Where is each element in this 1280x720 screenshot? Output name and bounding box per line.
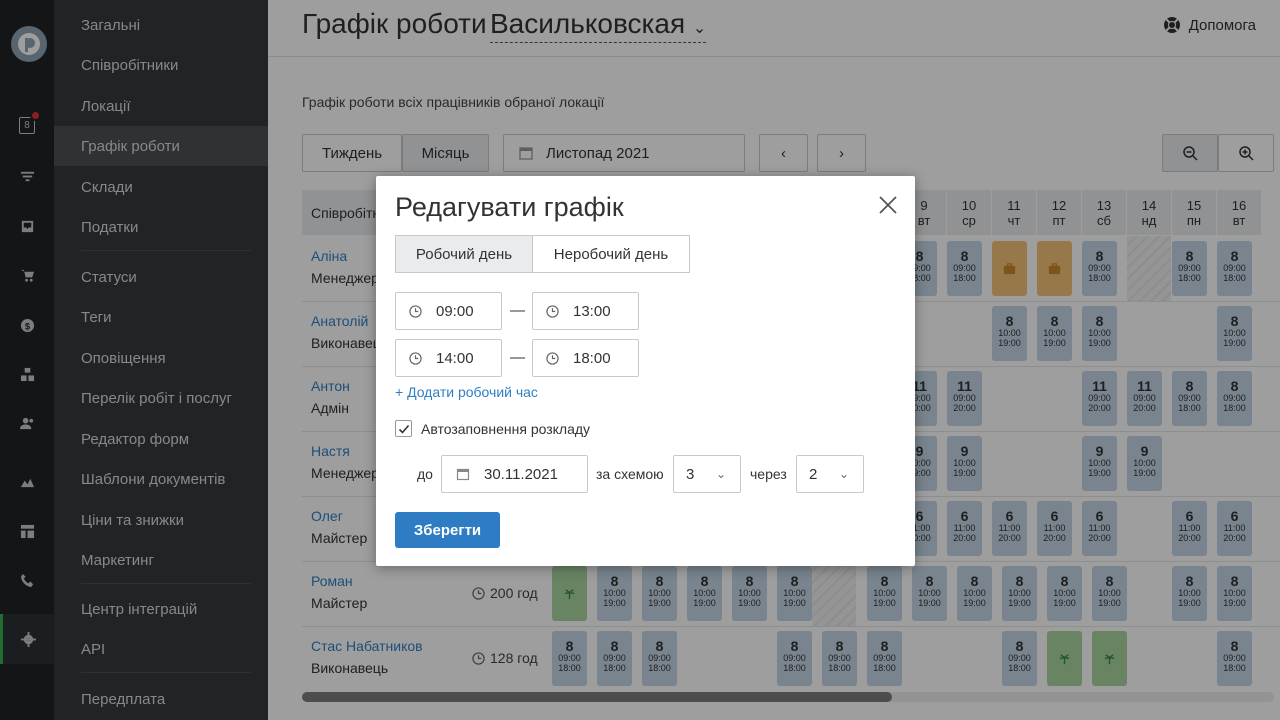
save-button[interactable]: Зберегти (395, 512, 500, 548)
autofill-label[interactable]: Автозаповнення розкладу (421, 421, 590, 437)
time-to-1[interactable]: 13:00 (532, 292, 639, 330)
calendar-icon (456, 468, 470, 481)
through-label: через (750, 466, 787, 482)
edit-schedule-dialog: Редагувати графік Робочий день Неробочий… (376, 176, 915, 566)
time-value: 14:00 (436, 349, 474, 367)
add-working-time-link[interactable]: + Додати робочий час (395, 384, 538, 400)
time-value: 18:00 (573, 349, 611, 367)
time-to-2[interactable]: 18:00 (532, 339, 639, 377)
close-icon (879, 196, 897, 214)
time-from-2[interactable]: 14:00 (395, 339, 502, 377)
until-label: до (417, 466, 433, 482)
through-select[interactable]: 2 ⌄ (796, 455, 864, 493)
time-range-dash: — (510, 302, 525, 319)
dialog-title: Редагувати графік (395, 192, 624, 222)
tab-working-day[interactable]: Робочий день (395, 235, 533, 273)
clock-icon (409, 351, 422, 365)
time-from-1[interactable]: 09:00 (395, 292, 502, 330)
chevron-down-icon: ⌄ (838, 467, 849, 481)
close-button[interactable] (877, 194, 899, 216)
tab-day-off[interactable]: Неробочий день (532, 235, 690, 273)
through-value: 2 (809, 465, 818, 483)
checkmark-icon (398, 424, 409, 434)
time-value: 13:00 (573, 302, 611, 320)
time-value: 09:00 (436, 302, 474, 320)
time-range-dash: — (510, 349, 525, 366)
autofill-checkbox[interactable] (395, 420, 412, 437)
scheme-value: 3 (686, 465, 695, 483)
clock-icon (546, 304, 559, 318)
clock-icon (546, 351, 559, 365)
scheme-select[interactable]: 3 ⌄ (673, 455, 741, 493)
until-date-input[interactable]: 30.11.2021 (441, 455, 588, 493)
clock-icon (409, 304, 422, 318)
scheme-label: за схемою (596, 466, 664, 482)
until-date-value: 30.11.2021 (484, 465, 558, 483)
chevron-down-icon: ⌄ (715, 467, 726, 481)
